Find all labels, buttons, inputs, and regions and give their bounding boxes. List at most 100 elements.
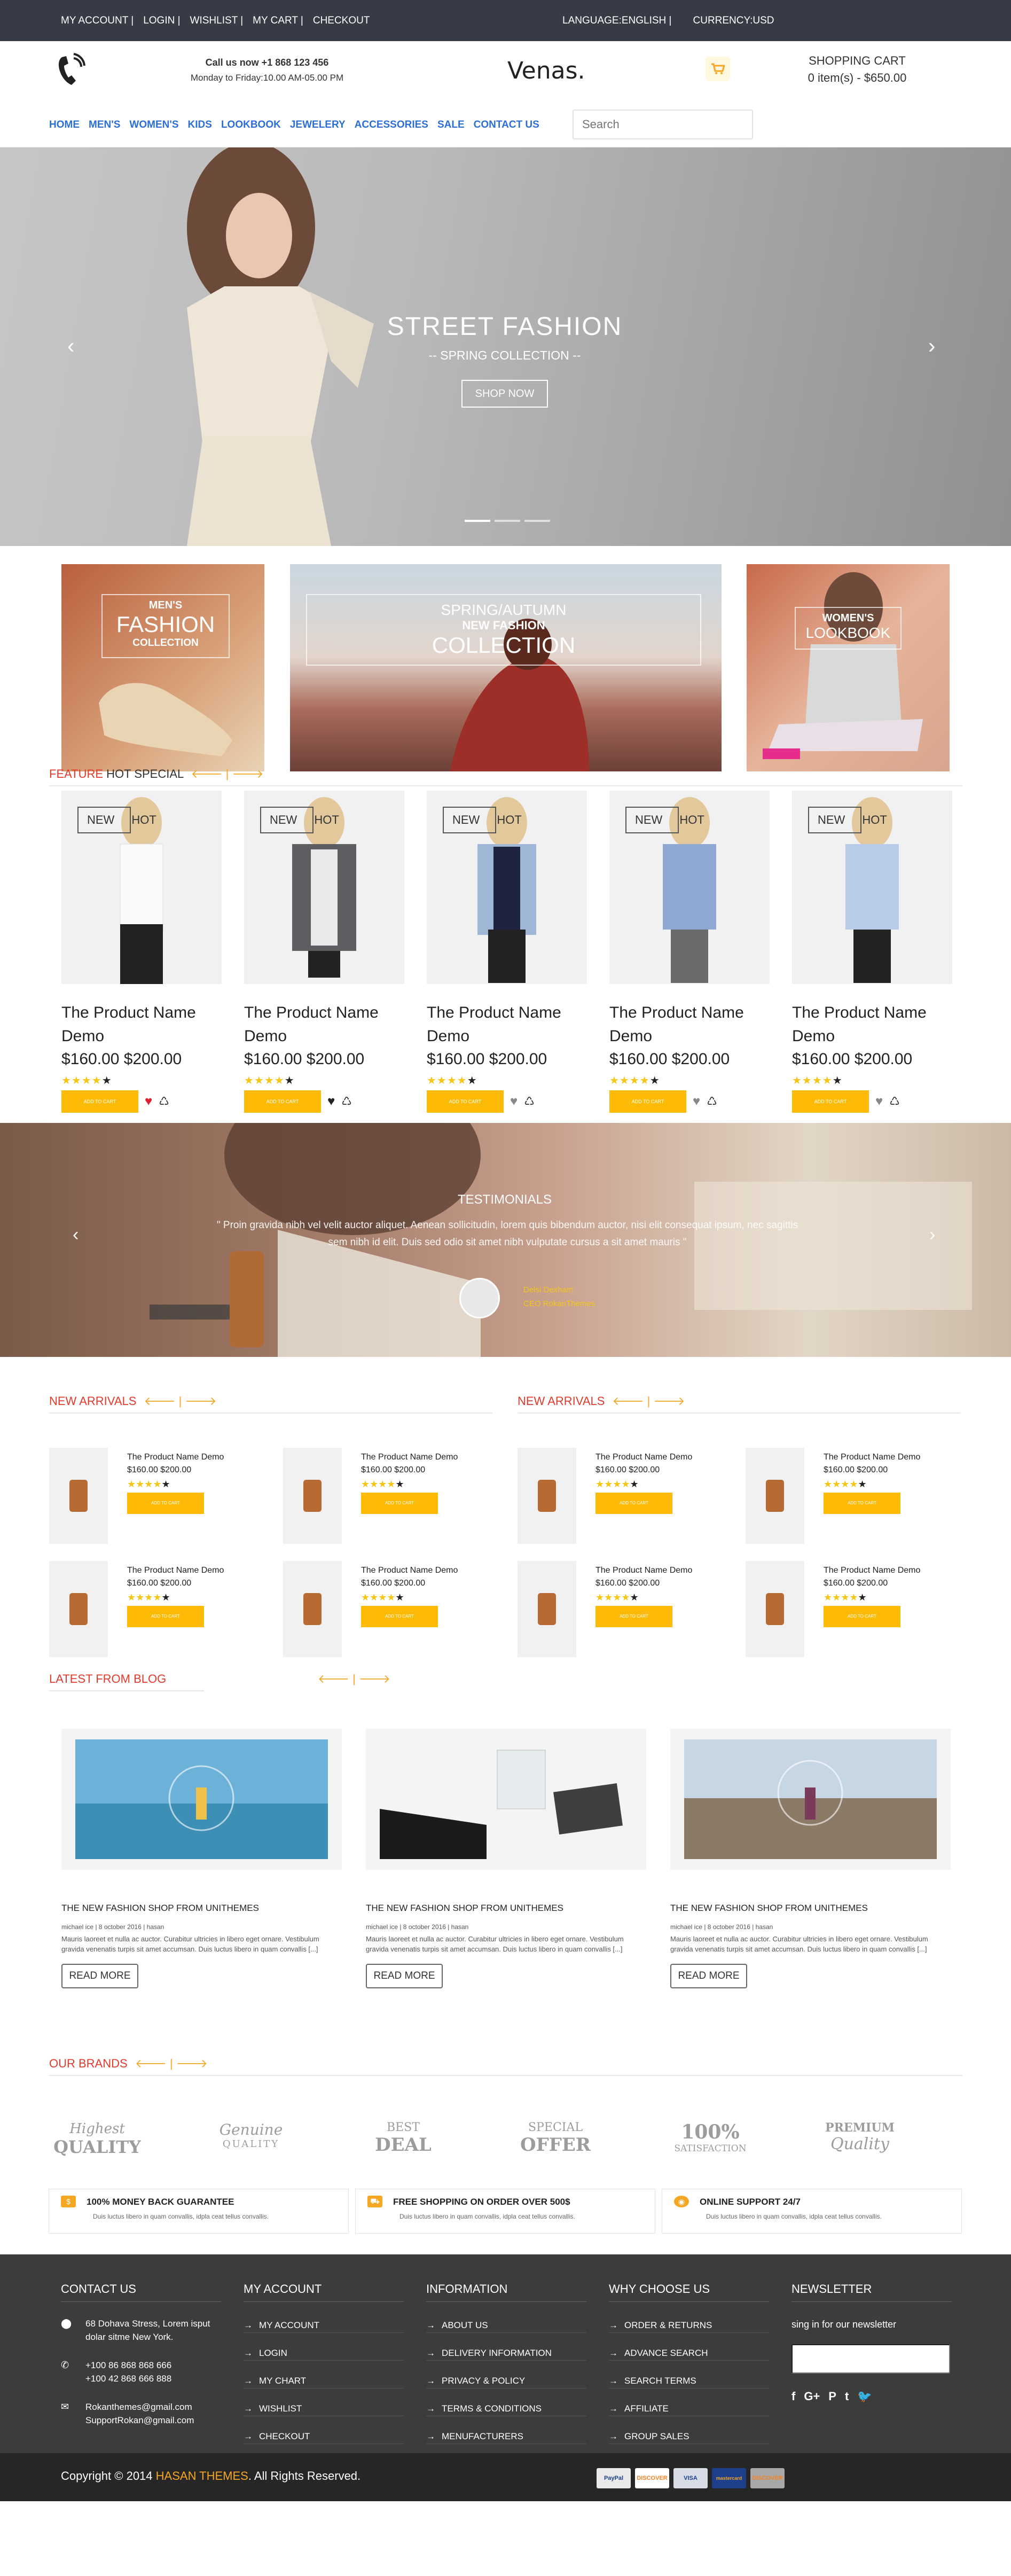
add-to-cart-button[interactable]: ADD TO CART xyxy=(792,1090,869,1113)
nav-contact-us[interactable]: CONTACT US xyxy=(474,119,539,130)
product-image[interactable]: NEW HOT xyxy=(244,791,404,984)
footer-link-affiliate[interactable]: → AFFILIATE xyxy=(609,2403,769,2416)
compare-icon[interactable]: ♺ xyxy=(889,1095,900,1109)
read-more-button[interactable]: READ MORE xyxy=(670,1964,747,1988)
product-card[interactable]: NEW HOT The Product Name Demo $160.00 $20… xyxy=(244,791,404,1113)
footer-link-search-terms[interactable]: → SEARCH TERMS xyxy=(609,2376,769,2388)
nav-accessories[interactable]: ACCESSORIES xyxy=(355,119,428,130)
mini-product-card[interactable]: The Product Name Demo $160.00 $200.00 ★★★★… xyxy=(746,1448,970,1544)
product-thumbnail[interactable] xyxy=(49,1448,108,1544)
product-thumbnail[interactable] xyxy=(49,1561,108,1657)
read-more-button[interactable]: READ MORE xyxy=(61,1964,138,1988)
mini-product-card[interactable]: The Product Name Demo $160.00 $200.00 ★★★★… xyxy=(49,1561,273,1657)
my-cart-link[interactable]: MY CART | xyxy=(253,15,303,27)
mens-fashion-banner[interactable]: MEN'S FASHION COLLECTION xyxy=(61,564,264,771)
product-name[interactable]: The Product Name Demo xyxy=(824,1564,920,1577)
hasan-themes-link[interactable]: HASAN THEMES xyxy=(156,2469,248,2483)
slide-dot-2[interactable] xyxy=(495,520,520,522)
shop-now-button[interactable]: SHOP NOW xyxy=(461,380,548,408)
blog-post-image[interactable] xyxy=(61,1729,342,1870)
brand-logo-best-deal[interactable]: BEST DEAL xyxy=(355,2121,451,2174)
footer-link-privacy[interactable]: → PRIVACY & POLICY xyxy=(426,2376,586,2388)
carousel-arrows-icon[interactable]: 🡐 | 🡒 xyxy=(135,2057,208,2070)
carousel-arrows-icon[interactable]: 🡐 | 🡒 xyxy=(318,1672,390,1686)
footer-link-wishlist[interactable]: → WISHLIST xyxy=(244,2403,404,2416)
product-name[interactable]: The Product Name Demo xyxy=(127,1451,224,1464)
womens-lookbook-banner[interactable]: WOMEN'S LOOKBOOK xyxy=(747,564,950,771)
nav-mens[interactable]: MEN'S xyxy=(89,119,120,130)
product-thumbnail[interactable] xyxy=(518,1561,576,1657)
blog-post-title[interactable]: THE NEW FASHION SHOP FROM UNITHEMES xyxy=(366,1903,646,1914)
product-thumbnail[interactable] xyxy=(283,1448,342,1544)
heart-icon[interactable]: ♥ xyxy=(510,1094,518,1109)
brand-logo-highest-quality[interactable]: Highest QUALITY xyxy=(49,2121,145,2174)
product-thumbnail[interactable] xyxy=(518,1448,576,1544)
twitter-icon[interactable]: 🐦 xyxy=(857,2390,872,2403)
chevron-left-icon[interactable]: ‹ xyxy=(67,334,74,358)
nav-lookbook[interactable]: LOOKBOOK xyxy=(221,119,281,130)
blog-post-image[interactable] xyxy=(670,1729,951,1870)
product-name[interactable]: The Product Name Demo xyxy=(244,1001,404,1048)
footer-link-delivery[interactable]: → DELIVERY INFORMATION xyxy=(426,2348,586,2361)
site-logo[interactable]: Venas. xyxy=(507,57,585,84)
slide-dot-1[interactable] xyxy=(465,520,490,522)
footer-link-group-sales[interactable]: → GROUP SALES xyxy=(609,2431,769,2444)
add-to-cart-button[interactable]: ADD TO CART xyxy=(61,1090,138,1113)
brand-logo-satisfaction[interactable]: 100% SATISFACTION xyxy=(662,2121,758,2174)
product-name[interactable]: The Product Name Demo xyxy=(609,1001,770,1048)
footer-link-terms[interactable]: → TERMS & CONDITIONS xyxy=(426,2403,586,2416)
add-to-cart-button[interactable]: ADD TO CART xyxy=(127,1493,204,1514)
product-name[interactable]: The Product Name Demo xyxy=(824,1451,920,1464)
product-image[interactable]: NEW HOT xyxy=(61,791,222,984)
blog-post-image[interactable] xyxy=(366,1729,646,1870)
footer-link-login[interactable]: → LOGIN xyxy=(244,2348,404,2361)
add-to-cart-button[interactable]: ADD TO CART xyxy=(427,1090,504,1113)
shopping-cart-summary[interactable]: SHOPPING CART 0 item(s) - $650.00 xyxy=(796,54,919,85)
product-image[interactable]: NEW HOT xyxy=(427,791,587,984)
read-more-button[interactable]: READ MORE xyxy=(366,1964,443,1988)
blog-post-title[interactable]: THE NEW FASHION SHOP FROM UNITHEMES xyxy=(61,1903,342,1914)
nav-home[interactable]: HOME xyxy=(49,119,80,130)
add-to-cart-button[interactable]: ADD TO CART xyxy=(127,1606,204,1627)
add-to-cart-button[interactable]: ADD TO CART xyxy=(609,1090,686,1113)
currency-selector[interactable]: CURRENCY:USD xyxy=(693,15,774,27)
blog-post-card[interactable]: THE NEW FASHION SHOP FROM UNITHEMES mich… xyxy=(61,1729,342,1988)
product-thumbnail[interactable] xyxy=(283,1561,342,1657)
product-image[interactable]: NEW HOT xyxy=(792,791,952,984)
facebook-icon[interactable]: f xyxy=(791,2390,795,2403)
blog-post-card[interactable]: THE NEW FASHION SHOP FROM UNITHEMES mich… xyxy=(670,1729,951,1988)
login-link[interactable]: LOGIN | xyxy=(143,15,180,27)
chevron-right-icon[interactable]: › xyxy=(929,1224,935,1245)
my-account-link[interactable]: MY ACCOUNT | xyxy=(61,15,134,27)
product-name[interactable]: The Product Name Demo xyxy=(127,1564,224,1577)
product-card[interactable]: NEW HOT The Product Name Demo $160.00 $20… xyxy=(792,791,952,1113)
pinterest-icon[interactable]: P xyxy=(828,2390,836,2403)
mini-product-card[interactable]: The Product Name Demo $160.00 $200.00 ★★★★… xyxy=(283,1561,507,1657)
spring-collection-banner[interactable]: SPRING/AUTUMN NEW FASHION COLLECTION xyxy=(290,564,722,771)
mini-product-card[interactable]: The Product Name Demo $160.00 $200.00 ★★★★… xyxy=(518,1448,742,1544)
add-to-cart-button[interactable]: ADD TO CART xyxy=(824,1606,900,1627)
nav-jewelery[interactable]: JEWELERY xyxy=(290,119,346,130)
footer-link-my-account[interactable]: → MY ACCOUNT xyxy=(244,2320,404,2333)
nav-sale[interactable]: SALE xyxy=(437,119,465,130)
carousel-arrows-icon[interactable]: 🡐 | 🡒 xyxy=(613,1394,685,1408)
carousel-arrows-icon[interactable]: 🡐 | 🡒 xyxy=(191,767,264,780)
footer-link-orders-returns[interactable]: → ORDER & RETURNS xyxy=(609,2320,769,2333)
product-name[interactable]: The Product Name Demo xyxy=(595,1451,692,1464)
heart-icon[interactable]: ♥ xyxy=(145,1094,152,1109)
footer-link-advance-search[interactable]: → ADVANCE SEARCH xyxy=(609,2348,769,2361)
add-to-cart-button[interactable]: ADD TO CART xyxy=(361,1493,438,1514)
blog-post-card[interactable]: THE NEW FASHION SHOP FROM UNITHEMES mich… xyxy=(366,1729,646,1988)
google-plus-icon[interactable]: G+ xyxy=(804,2390,820,2403)
add-to-cart-button[interactable]: ADD TO CART xyxy=(595,1493,672,1514)
brand-logo-special-offer[interactable]: SPECIAL OFFER xyxy=(507,2121,604,2174)
add-to-cart-button[interactable]: ADD TO CART xyxy=(361,1606,438,1627)
footer-link-checkout[interactable]: → CHECKOUT xyxy=(244,2431,404,2444)
heart-icon[interactable]: ♥ xyxy=(693,1094,700,1109)
product-card[interactable]: NEW HOT The Product Name Demo $160.00 $20… xyxy=(427,791,587,1113)
brand-logo-premium-quality[interactable]: PREMIUM Quality xyxy=(812,2121,908,2174)
mini-product-card[interactable]: The Product Name Demo $160.00 $200.00 ★★★★… xyxy=(283,1448,507,1544)
mini-product-card[interactable]: The Product Name Demo $160.00 $200.00 ★★★★… xyxy=(49,1448,273,1544)
add-to-cart-button[interactable]: ADD TO CART xyxy=(824,1493,900,1514)
product-name[interactable]: The Product Name Demo xyxy=(595,1564,692,1577)
